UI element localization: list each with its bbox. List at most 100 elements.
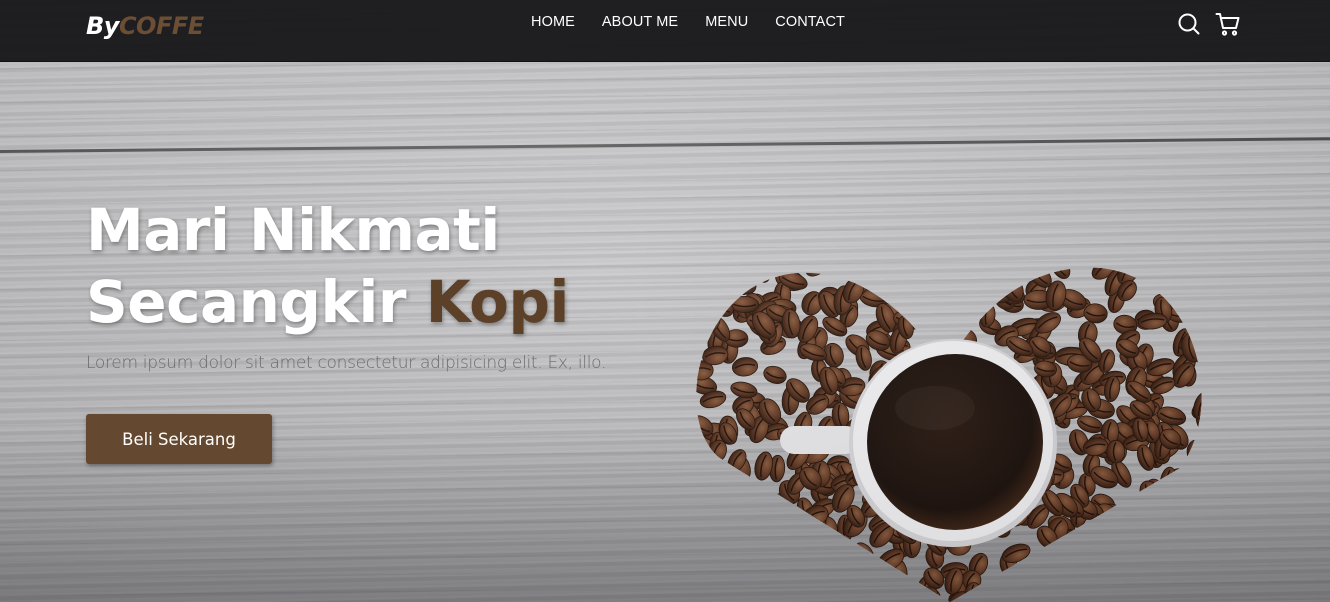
coffee-bean <box>1181 267 1202 277</box>
coffee-bean <box>785 570 805 598</box>
nav-link-about-me[interactable]: ABOUT ME <box>602 14 678 30</box>
coffee-bean <box>756 495 774 526</box>
hero-headline-line1: Mari Nikmati <box>86 196 500 264</box>
coffee-bean <box>921 267 944 277</box>
coffee-bean <box>830 550 857 568</box>
coffee-bean <box>1140 503 1167 524</box>
coffee-bean <box>1117 525 1139 554</box>
coffee-bean <box>1187 267 1202 275</box>
hero-headline-accent: Kopi <box>425 268 570 336</box>
coffee-bean <box>880 285 908 303</box>
coffee-bean <box>1051 267 1071 279</box>
coffee-bean <box>838 573 860 599</box>
coffee-bean <box>1177 288 1202 309</box>
coffee-bean <box>1111 507 1141 527</box>
coffee-bean <box>1016 572 1040 593</box>
coffee-bean <box>755 267 772 283</box>
brand-logo-part1: By <box>86 12 119 40</box>
coffee-bean <box>718 477 739 502</box>
coffee-bean <box>1164 529 1193 548</box>
coffee-bean <box>1139 480 1163 508</box>
coffee-bean <box>1061 585 1088 602</box>
wood-board-seam <box>0 137 1330 153</box>
nav-link-contact[interactable]: CONTACT <box>775 14 845 30</box>
coffee-bean <box>735 267 757 292</box>
brand-logo-part2: COFFE <box>118 12 204 40</box>
coffee-bean <box>1191 267 1202 291</box>
coffee-bean <box>805 537 830 554</box>
coffee-bean <box>931 302 956 329</box>
coffee-bean <box>971 267 995 282</box>
coffee-bean <box>703 267 729 286</box>
coffee-bean <box>751 495 772 525</box>
search-icon[interactable] <box>1176 10 1202 38</box>
coffee-bean <box>764 562 787 584</box>
coffee-bean <box>1127 582 1151 602</box>
coffee-bean <box>1196 328 1202 348</box>
coffee-bean <box>790 516 812 541</box>
coffee-bean <box>736 516 765 539</box>
coffee-bean <box>1168 284 1194 303</box>
coffee-bean <box>1186 466 1202 484</box>
coffee-bean <box>708 293 734 317</box>
coffee-bean <box>834 541 861 566</box>
coffee-bean <box>777 547 802 570</box>
coffee-bean <box>1188 507 1202 527</box>
coffee-bean <box>833 267 856 276</box>
coffee-bean <box>742 267 765 280</box>
coffee-bean <box>739 584 769 602</box>
coffee-bean <box>779 544 808 562</box>
nav-icons <box>1176 10 1254 38</box>
coffee-bean <box>1200 267 1202 280</box>
coffee-bean <box>1161 574 1179 602</box>
coffee-bean <box>1051 577 1072 602</box>
coffee-bean <box>1141 496 1159 520</box>
coffee-bean <box>1117 535 1138 562</box>
coffee-bean <box>1193 476 1202 498</box>
coffee-bean <box>706 466 726 496</box>
coffee-bean <box>856 568 883 590</box>
coffee-bean <box>763 365 787 384</box>
coffee-bean <box>715 510 733 538</box>
coffee-bean <box>760 507 782 530</box>
coffee-bean <box>769 507 787 531</box>
coffee-bean <box>1186 313 1202 334</box>
coffee-heart-image <box>696 267 1202 602</box>
nav-links: HOME ABOUT ME MENU CONTACT <box>531 0 872 44</box>
coffee-bean <box>1186 439 1202 465</box>
coffee-bean <box>718 505 744 525</box>
brand-logo[interactable]: ByCOFFE <box>86 12 204 40</box>
coffee-bean <box>748 524 779 542</box>
coffee-bean <box>842 573 863 599</box>
coffee-bean <box>723 588 744 602</box>
coffee-bean <box>868 574 891 601</box>
coffee-bean <box>939 271 965 290</box>
coffee-bean <box>1171 525 1194 547</box>
coffee-bean <box>922 281 940 306</box>
cart-icon[interactable] <box>1215 10 1241 38</box>
coffee-bean <box>724 525 749 547</box>
coffee-bean <box>851 564 875 584</box>
coffee-bean <box>1195 532 1202 558</box>
coffee-bean <box>765 506 784 530</box>
coffee-bean <box>1097 571 1121 594</box>
buy-now-button[interactable]: Beli Sekarang <box>86 414 272 464</box>
coffee-bean <box>696 529 719 551</box>
coffee-bean <box>1161 267 1189 287</box>
coffee-bean <box>864 267 892 282</box>
coffee-bean <box>1106 439 1126 464</box>
hero-description: Lorem ipsum dolor sit amet consectetur a… <box>86 353 607 373</box>
coffee-bean <box>854 565 878 585</box>
coffee-bean <box>826 586 850 602</box>
coffee-bean <box>706 486 737 505</box>
coffee-bean <box>1120 553 1147 578</box>
coffee-bean <box>922 267 949 283</box>
nav-link-home[interactable]: HOME <box>531 14 575 30</box>
coffee-bean <box>696 508 717 534</box>
coffee-bean <box>948 275 969 305</box>
nav-link-menu[interactable]: MENU <box>705 14 748 30</box>
coffee-bean <box>913 274 936 303</box>
coffee-bean <box>1195 489 1202 518</box>
coffee-bean <box>1183 564 1202 593</box>
coffee-bean <box>1071 587 1098 602</box>
